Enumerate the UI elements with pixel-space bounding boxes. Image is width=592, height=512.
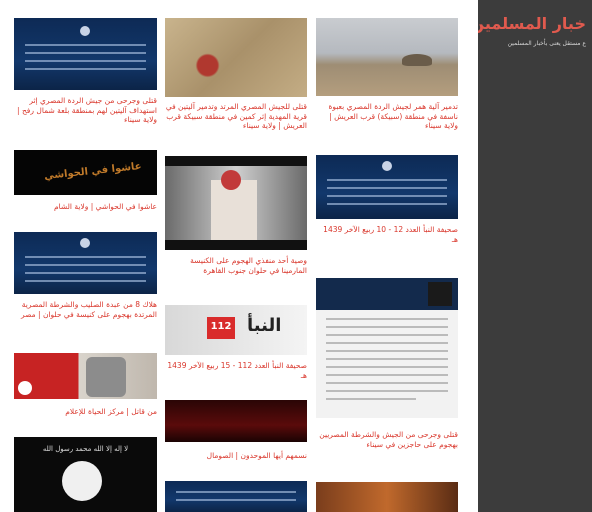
- article-card[interactable]: عاشوا في الحواشي عاشوا في الحواشي | ولاي…: [14, 150, 157, 215]
- article-card[interactable]: صحيفة النبأ العدد 12 - 10 ربيع الآخر 143…: [316, 155, 458, 265]
- seal-icon: [62, 461, 102, 501]
- article-title[interactable]: قتلى وجرحى من جيش الردة المصري إثر استهد…: [14, 96, 157, 125]
- article-thumbnail[interactable]: [14, 232, 157, 294]
- article-title[interactable]: تدمير آلية همر لجيش الردة المصري بعبوة ن…: [316, 102, 458, 131]
- emblem-icon: [382, 161, 392, 171]
- article-title[interactable]: هلاك 8 من عبدة الصليب والشرطة المصرية ال…: [14, 300, 157, 319]
- article-title[interactable]: عاشوا في الحواشي | ولاية الشام: [14, 202, 157, 212]
- site-subtitle: ع مستقل يعنى بأخبار المسلمين: [507, 40, 586, 47]
- naba-logo-icon: [428, 282, 452, 306]
- sidebar: خبار المسلمين ع مستقل يعنى بأخبار المسلم…: [478, 0, 592, 512]
- article-title[interactable]: قتلى للجيش المصري المرتد وتدمير آليتين ف…: [165, 102, 307, 131]
- article-card[interactable]: 112 النبأ صحيفة النبأ العدد 112 - 15 ربي…: [165, 305, 307, 383]
- article-thumbnail[interactable]: [14, 353, 157, 399]
- banner-text: عاشوا في الحواشي: [43, 160, 143, 183]
- article-title[interactable]: صحيفة النبأ العدد 12 - 10 ربيع الآخر 143…: [316, 225, 458, 244]
- article-title[interactable]: قتلى وجرحى من الجيش والشرطة المصريين بهج…: [316, 430, 458, 449]
- emblem-icon: [80, 238, 90, 248]
- article-card[interactable]: من قاتل | مركز الحياة للإعلام: [14, 353, 157, 421]
- article-thumbnail[interactable]: [165, 156, 307, 250]
- article-thumbnail[interactable]: عاشوا في الحواشي: [14, 150, 157, 195]
- article-thumbnail[interactable]: [165, 481, 307, 512]
- article-grid: قتلى وجرحى من جيش الردة المصري إثر استهد…: [0, 0, 478, 512]
- article-card[interactable]: قتلى وجرحى من الجيش والشرطة المصريين بهج…: [316, 278, 458, 470]
- article-title[interactable]: نسمهم أيها الموحدون | الصومال: [165, 451, 307, 461]
- article-thumbnail[interactable]: [165, 400, 307, 442]
- article-card[interactable]: [316, 482, 458, 512]
- article-thumbnail[interactable]: [14, 18, 157, 90]
- article-thumbnail[interactable]: 112 النبأ: [165, 305, 307, 355]
- issue-number: 112: [210, 321, 232, 332]
- article-title[interactable]: صحيفة النبأ العدد 112 - 15 ربيع الآخر 14…: [165, 361, 307, 380]
- article-thumbnail[interactable]: [165, 18, 307, 97]
- article-thumbnail[interactable]: [316, 18, 458, 96]
- article-card[interactable]: تدمير آلية همر لجيش الردة المصري بعبوة ن…: [316, 18, 458, 138]
- article-card[interactable]: قتلى وجرحى من جيش الردة المصري إثر استهد…: [14, 18, 157, 136]
- article-thumbnail[interactable]: [316, 278, 458, 418]
- article-thumbnail[interactable]: لا إله إلا الله محمد رسول الله: [14, 437, 157, 512]
- media-logo-icon: [18, 381, 32, 395]
- article-card[interactable]: نسمهم أيها الموحدون | الصومال: [165, 400, 307, 465]
- article-thumbnail[interactable]: [316, 482, 458, 512]
- article-title[interactable]: وصية أحد منفذي الهجوم على الكنيسة المارم…: [165, 256, 307, 275]
- article-card[interactable]: [165, 481, 307, 512]
- flag-text: لا إله إلا الله محمد رسول الله: [42, 445, 129, 453]
- article-card[interactable]: قتلى للجيش المصري المرتد وتدمير آليتين ف…: [165, 18, 307, 138]
- article-card[interactable]: هلاك 8 من عبدة الصليب والشرطة المصرية ال…: [14, 232, 157, 342]
- article-title[interactable]: من قاتل | مركز الحياة للإعلام: [14, 407, 157, 417]
- article-card[interactable]: وصية أحد منفذي الهجوم على الكنيسة المارم…: [165, 156, 307, 292]
- article-thumbnail[interactable]: [316, 155, 458, 219]
- article-card[interactable]: لا إله إلا الله محمد رسول الله: [14, 437, 157, 512]
- emblem-icon: [80, 26, 90, 36]
- naba-logo: النبأ: [247, 315, 282, 336]
- site-title[interactable]: خبار المسلمين: [478, 14, 586, 33]
